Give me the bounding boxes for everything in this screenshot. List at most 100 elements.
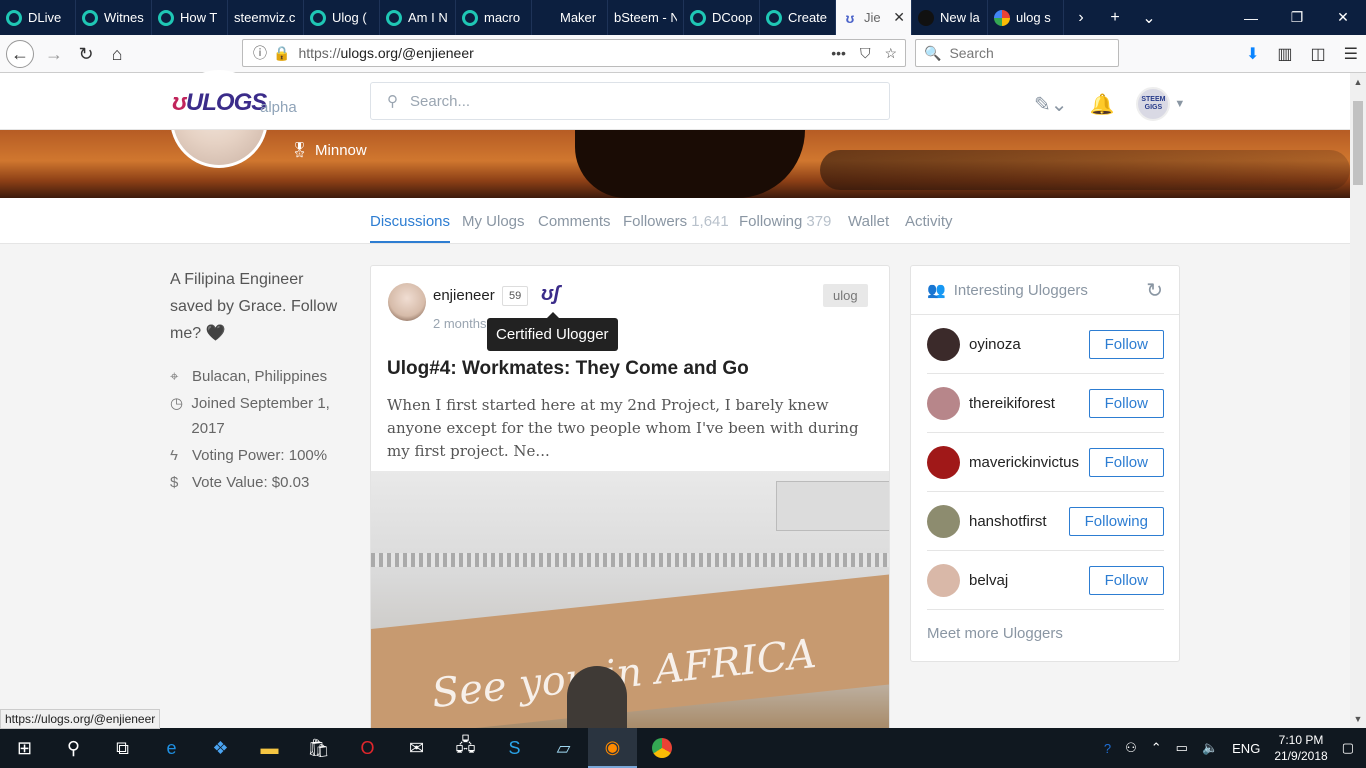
file-explorer-icon[interactable]: ▬ xyxy=(245,728,294,768)
network-app-icon[interactable]: 🖧 xyxy=(441,728,490,768)
ulogger-name[interactable]: belvaj xyxy=(969,572,1008,589)
show-hidden-icons-icon[interactable]: ⌃ xyxy=(1151,740,1162,756)
page-actions-icon[interactable]: ••• xyxy=(831,45,846,62)
browser-tab-active[interactable]: ʊ Jie ✕ xyxy=(836,0,912,35)
ulogger-name[interactable]: hanshotfirst xyxy=(969,513,1047,530)
tab-activity[interactable]: Activity xyxy=(905,213,953,230)
avatar[interactable] xyxy=(927,504,960,538)
browser-tab[interactable]: Ulog ( xyxy=(304,0,380,35)
notifications-bell-icon[interactable]: 🔔 xyxy=(1090,92,1115,117)
opera-icon[interactable]: O xyxy=(343,728,392,768)
follow-button[interactable]: Follow xyxy=(1088,565,1164,595)
post-image[interactable]: See you in AFRICA xyxy=(371,471,889,734)
browser-tab[interactable]: DCoop xyxy=(684,0,760,35)
browser-tab[interactable]: Am I N xyxy=(380,0,456,35)
browser-tab[interactable]: DLive xyxy=(0,0,76,35)
tab-discussions[interactable]: Discussions xyxy=(370,213,451,243)
write-post-icon[interactable]: ✎⌄ xyxy=(1034,92,1068,117)
notes-app-icon[interactable]: ▱ xyxy=(539,728,588,768)
follow-button[interactable]: Follow xyxy=(1088,329,1164,359)
certified-ulogger-icon[interactable]: ʊʃ xyxy=(541,283,560,306)
ulogger-name[interactable]: thereikiforest xyxy=(969,395,1055,412)
back-icon[interactable]: ← xyxy=(6,40,34,68)
mail-icon[interactable]: ✉ xyxy=(392,728,441,768)
bookmark-star-icon[interactable]: ☆ xyxy=(884,45,897,62)
post-tag[interactable]: ulog xyxy=(823,284,868,307)
scrollbar-thumb[interactable] xyxy=(1353,101,1363,185)
store-icon[interactable]: 🛍 xyxy=(294,728,343,768)
download-icon[interactable]: ⬇ xyxy=(1246,44,1259,64)
info-icon[interactable]: ⓘ xyxy=(253,43,267,63)
people-icon[interactable]: ⚇ xyxy=(1125,740,1137,756)
minimize-icon[interactable]: — xyxy=(1228,0,1274,35)
home-icon[interactable]: ⌂ xyxy=(103,40,131,68)
browser-tab[interactable]: ulog s xyxy=(988,0,1064,35)
menu-icon[interactable]: ☰ xyxy=(1344,44,1358,64)
dropbox-icon[interactable]: ❖ xyxy=(196,728,245,768)
follow-button[interactable]: Follow xyxy=(1088,388,1164,418)
browser-search-input[interactable]: 🔍 Search xyxy=(915,39,1119,67)
close-window-icon[interactable]: ✕ xyxy=(1320,0,1366,35)
list-tabs-icon[interactable]: ⌄ xyxy=(1132,0,1166,35)
avatar[interactable] xyxy=(927,327,960,361)
tab-following[interactable]: Following 379 xyxy=(739,213,831,230)
volume-icon[interactable]: 🔈 xyxy=(1202,740,1218,756)
forward-icon[interactable]: → xyxy=(40,40,68,68)
tab-wallet[interactable]: Wallet xyxy=(848,213,889,230)
reload-icon[interactable]: ↻ xyxy=(72,40,100,68)
browser-tab[interactable]: How T xyxy=(152,0,228,35)
browser-tab[interactable]: New la xyxy=(912,0,988,35)
browser-tab[interactable]: bSteem - N xyxy=(608,0,684,35)
firefox-icon[interactable]: ◉ xyxy=(588,728,637,768)
avatar[interactable] xyxy=(927,563,960,597)
browser-tab[interactable]: Create xyxy=(760,0,836,35)
ulogger-name[interactable]: oyinoza xyxy=(969,336,1021,353)
address-bar[interactable]: ⓘ 🔒 https://ulogs.org/@enjieneer ••• ⛉ ☆ xyxy=(242,39,906,67)
scroll-down-icon[interactable]: ▼ xyxy=(1350,714,1366,724)
close-tab-icon[interactable]: ✕ xyxy=(893,9,905,26)
post-title[interactable]: Ulog#4: Workmates: They Come and Go xyxy=(387,358,749,380)
help-icon[interactable]: ? xyxy=(1104,741,1111,756)
windows-start-icon[interactable]: ⊞ xyxy=(0,728,49,768)
tab-comments[interactable]: Comments xyxy=(538,213,611,230)
library-icon[interactable]: ▥ xyxy=(1277,44,1292,64)
language-indicator[interactable]: ENG xyxy=(1232,741,1260,756)
browser-tab[interactable]: macro xyxy=(456,0,532,35)
site-search-input[interactable]: ⚲ Search... xyxy=(370,82,890,120)
vote-value-text: Vote Value: $0.03 xyxy=(192,474,310,491)
avatar[interactable] xyxy=(927,386,960,420)
following-button[interactable]: Following xyxy=(1068,506,1164,536)
scroll-up-icon[interactable]: ▲ xyxy=(1350,77,1366,87)
author-avatar[interactable] xyxy=(388,283,426,321)
ulogs-logo[interactable]: ʊULOGS xyxy=(172,89,267,117)
edge-icon[interactable]: e xyxy=(147,728,196,768)
task-view-icon[interactable]: ⧉ xyxy=(98,728,147,768)
clock[interactable]: 7:10 PM 21/9/2018 xyxy=(1274,732,1327,764)
post-excerpt[interactable]: When I first started here at my 2nd Proj… xyxy=(387,394,877,463)
meet-more-link[interactable]: Meet more Uloggers xyxy=(927,625,1063,642)
ulogger-name[interactable]: maverickinvictus xyxy=(969,454,1079,471)
browser-tab[interactable]: Maker xyxy=(532,0,608,35)
browser-tab[interactable]: steemviz.c xyxy=(228,0,304,35)
battery-icon[interactable]: ▭ xyxy=(1176,740,1188,756)
new-tab-icon[interactable]: + xyxy=(1098,0,1132,35)
sidebar-icon[interactable]: ◫ xyxy=(1311,44,1326,64)
user-menu[interactable]: STEEM GIGS ▼ xyxy=(1136,87,1185,121)
browser-tab[interactable]: Witnes xyxy=(76,0,152,35)
pocket-icon[interactable]: ⛉ xyxy=(860,45,871,62)
restore-icon[interactable]: ❐ xyxy=(1274,0,1320,35)
tab-followers[interactable]: Followers 1,641 xyxy=(623,213,729,230)
chrome-icon[interactable] xyxy=(637,728,686,768)
skype-icon[interactable]: S xyxy=(490,728,539,768)
post-author[interactable]: enjieneer xyxy=(433,287,495,304)
follow-button[interactable]: Follow xyxy=(1088,447,1164,477)
scroll-tabs-right-icon[interactable]: › xyxy=(1064,0,1098,35)
page-scrollbar[interactable]: ▲ ▼ xyxy=(1350,73,1366,728)
clock-date: 21/9/2018 xyxy=(1274,749,1328,763)
action-center-icon[interactable]: ▢ xyxy=(1342,740,1354,756)
tab-my-ulogs[interactable]: My Ulogs xyxy=(462,213,525,230)
refresh-icon[interactable]: ↻ xyxy=(1146,278,1163,303)
post-time[interactable]: 2 months xyxy=(433,316,486,331)
search-icon[interactable]: ⚲ xyxy=(49,728,98,768)
avatar[interactable] xyxy=(927,445,960,479)
